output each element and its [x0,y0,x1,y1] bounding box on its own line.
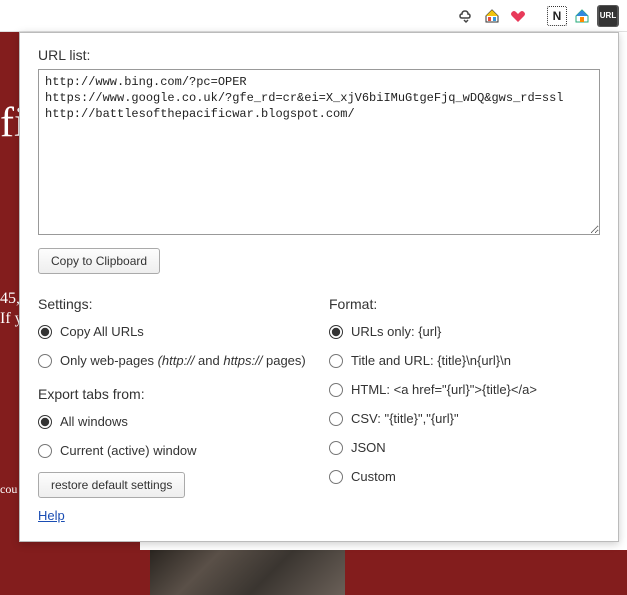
url-badge: URL [599,6,617,26]
url-list-label: URL list: [38,47,600,63]
radio-all-windows-input[interactable] [38,415,52,429]
url-extension-icon[interactable]: URL [597,5,619,27]
heart-icon[interactable] [507,5,529,27]
only-web-prefix: Only web-pages [60,353,158,368]
radio-html-input[interactable] [329,383,343,397]
radio-custom-label: Custom [351,469,396,484]
radio-json[interactable]: JSON [329,440,600,455]
radio-current-window[interactable]: Current (active) window [38,443,309,458]
extension-popup: URL list: Copy to Clipboard Settings: Co… [19,32,619,542]
radio-html-label: HTML: <a href="{url}">{title}</a> [351,382,537,397]
radio-only-web-label: Only web-pages (http:// and https:// pag… [60,353,306,368]
radio-copy-all-label: Copy All URLs [60,324,144,339]
settings-heading: Settings: [38,296,309,312]
radio-title-url-input[interactable] [329,354,343,368]
radio-urls-only[interactable]: URLs only: {url} [329,324,600,339]
radio-custom[interactable]: Custom [329,469,600,484]
radio-only-web-input[interactable] [38,354,52,368]
radio-urls-only-input[interactable] [329,325,343,339]
export-heading: Export tabs from: [38,386,309,402]
only-web-suffix: pages) [262,353,305,368]
radio-csv[interactable]: CSV: "{title}","{url}" [329,411,600,426]
radio-title-url-label: Title and URL: {title}\n{url}\n [351,353,511,368]
cloud-sync-icon[interactable] [455,5,477,27]
notion-icon[interactable]: N [547,6,567,26]
radio-csv-label: CSV: "{title}","{url}" [351,411,459,426]
radio-title-url[interactable]: Title and URL: {title}\n{url}\n [329,353,600,368]
browser-toolbar: N URL [0,0,627,32]
radio-current-window-input[interactable] [38,444,52,458]
settings-column: Settings: Copy All URLs Only web-pages (… [38,296,309,498]
radio-json-input[interactable] [329,441,343,455]
radio-current-window-label: Current (active) window [60,443,197,458]
radio-urls-only-label: URLs only: {url} [351,324,441,339]
bg-text-num: 45, [0,290,20,308]
help-link[interactable]: Help [38,508,65,523]
radio-custom-input[interactable] [329,470,343,484]
home-blue-icon[interactable] [571,5,593,27]
only-web-mid: and [194,353,223,368]
radio-only-web[interactable]: Only web-pages (http:// and https:// pag… [38,353,309,368]
format-heading: Format: [329,296,600,312]
format-column: Format: URLs only: {url} Title and URL: … [329,296,600,498]
home-colored-icon[interactable] [481,5,503,27]
radio-csv-input[interactable] [329,412,343,426]
page-background-image [150,550,345,595]
only-web-it1: (http:// [158,353,195,368]
copy-clipboard-button[interactable]: Copy to Clipboard [38,248,160,274]
only-web-it2: https:// [223,353,262,368]
bg-text-cou: cou [0,482,17,497]
radio-all-windows[interactable]: All windows [38,414,309,429]
radio-copy-all[interactable]: Copy All URLs [38,324,309,339]
radio-html[interactable]: HTML: <a href="{url}">{title}</a> [329,382,600,397]
radio-all-windows-label: All windows [60,414,128,429]
url-list-textarea[interactable] [38,69,600,235]
radio-copy-all-input[interactable] [38,325,52,339]
radio-json-label: JSON [351,440,386,455]
restore-defaults-button[interactable]: restore default settings [38,472,185,498]
